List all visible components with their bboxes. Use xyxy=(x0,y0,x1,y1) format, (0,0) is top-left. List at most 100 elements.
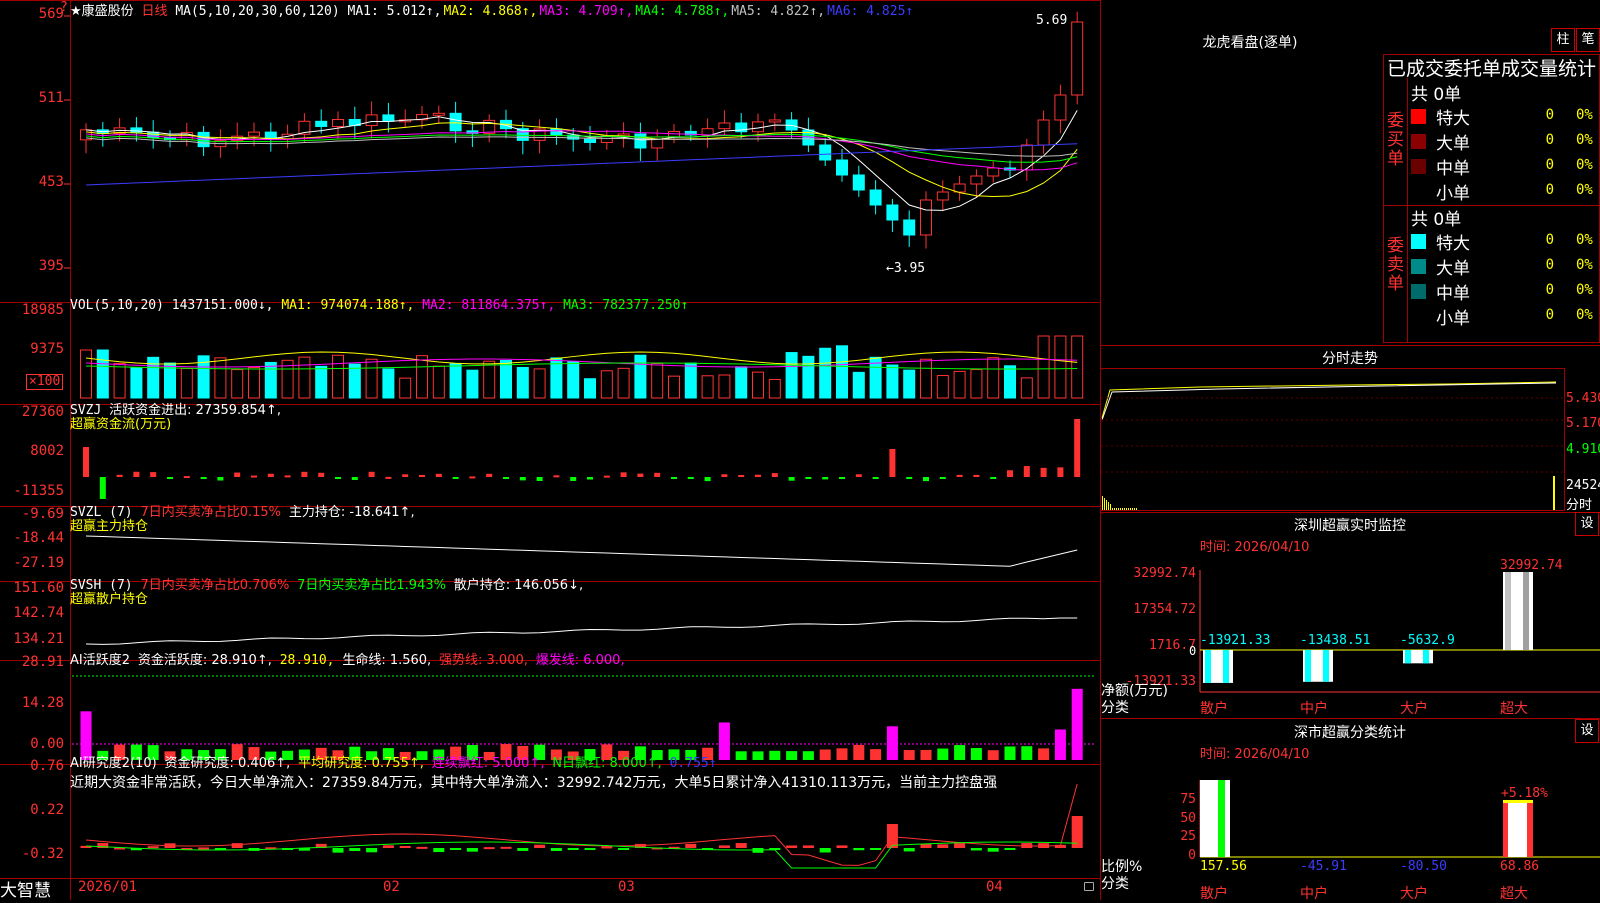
ai-act-text2: 28.910, xyxy=(279,653,335,668)
ma-value-2: MA2: 4.868↑, xyxy=(443,4,538,19)
ai-res-axis-label: -0.32 xyxy=(21,846,64,862)
volume-bar xyxy=(214,357,227,399)
ai-res-bar xyxy=(147,846,159,849)
svsh-pos: 散户持仓: 146.056↓, xyxy=(453,578,584,593)
volume-bar xyxy=(449,363,462,399)
intraday-vol-bar xyxy=(1126,508,1127,510)
ai-res-bar xyxy=(618,848,630,850)
sell-swatch xyxy=(1411,234,1426,249)
ai-res-bar xyxy=(970,848,982,851)
ai-act-axis-label: 28.91 xyxy=(21,654,64,670)
realtime-value-label: -13921.33 xyxy=(1200,633,1271,648)
ai-res-bar xyxy=(601,846,613,849)
brand-label: 大智慧 xyxy=(0,881,51,901)
classify-category-label: 大户 xyxy=(1400,886,1428,902)
sell-row-pct: 0% xyxy=(1576,232,1593,248)
realtime-zero-label: 0 xyxy=(1189,644,1197,658)
svzj-bar xyxy=(385,476,392,479)
low-price-label: ←3.95 xyxy=(886,261,926,276)
ai-res-axis-label: 0.22 xyxy=(30,802,64,818)
ai-res-bar xyxy=(332,848,344,853)
ai-res-bar xyxy=(786,845,798,848)
realtime-bar-shade xyxy=(1223,650,1229,683)
classify-title: 深市超赢分类统计 xyxy=(1294,725,1406,741)
intraday-price-line xyxy=(1101,382,1557,421)
buy-side-label: 委买单 xyxy=(1387,111,1404,169)
volume-bar xyxy=(113,362,126,399)
volume-bar xyxy=(298,356,311,399)
realtime-settings-button[interactable]: 设 xyxy=(1575,512,1599,536)
classify-bar-shade xyxy=(1503,803,1508,857)
svzj-bar xyxy=(570,477,577,481)
svzj-bar xyxy=(503,477,509,479)
intraday-vol-label: 24524 xyxy=(1566,478,1600,493)
ai-act-bar xyxy=(1071,688,1083,760)
classify-settings-button[interactable]: 设 xyxy=(1575,719,1599,743)
volume-bar xyxy=(500,359,512,399)
svzj-bar xyxy=(603,475,610,478)
svzj-bar xyxy=(738,475,745,478)
lock-icon[interactable] xyxy=(1084,882,1094,891)
candle-body xyxy=(432,112,445,116)
ma6-line xyxy=(85,143,1078,186)
ai-act-bar xyxy=(853,744,865,760)
candle-body xyxy=(248,131,260,137)
sell-row-value: 0 xyxy=(1545,257,1554,273)
ai-res-text4: N日飘红: 8.000↑, xyxy=(552,756,662,771)
ai-res-bar xyxy=(870,848,882,850)
classify-time: 时间: 2026/04/10 xyxy=(1200,747,1310,762)
svzj-bar xyxy=(167,477,173,479)
classify-bar-shade xyxy=(1527,803,1533,857)
svzj-bar xyxy=(133,471,140,477)
svzj-bar xyxy=(805,477,812,479)
candle-body xyxy=(819,144,832,161)
sell-row-pct: 0% xyxy=(1576,282,1593,298)
tick-view-button[interactable]: 笔 xyxy=(1576,28,1600,52)
ma-value-5: MA5: 4.822↑, xyxy=(731,4,826,19)
volume-bar xyxy=(1020,377,1033,399)
buy-row-value: 0 xyxy=(1545,132,1554,148)
ma-value-6: MA6: 4.825↑ xyxy=(827,4,914,19)
ai-res-bar xyxy=(466,848,478,852)
ai-res-bar xyxy=(483,847,495,850)
ai-act-bar xyxy=(786,751,798,760)
column-view-button[interactable]: 柱 xyxy=(1551,28,1575,52)
volume-bar xyxy=(920,358,932,399)
intraday-axis-label: 4.910 xyxy=(1566,442,1600,457)
volume-bar xyxy=(584,378,596,399)
sell-row-label: 大单 xyxy=(1436,259,1470,279)
intraday-vol-bar xyxy=(1124,508,1125,510)
ai-act-bar xyxy=(1021,746,1033,760)
ai-res-bar xyxy=(920,843,932,848)
svzj-bar xyxy=(469,476,476,479)
svzj-bar xyxy=(671,477,677,479)
ai-res-bar xyxy=(399,846,411,849)
period-label[interactable]: 日线 xyxy=(141,4,167,19)
ai-res-bar xyxy=(450,848,462,850)
svzj-bar xyxy=(637,473,644,477)
ai-act-bar xyxy=(1038,748,1050,760)
ai-res-bar xyxy=(903,848,915,852)
realtime-bar-shade xyxy=(1205,650,1211,683)
volume-bar xyxy=(332,354,344,399)
volume-bar xyxy=(130,367,143,399)
price-axis-label: 395 xyxy=(38,258,64,274)
volume-bar xyxy=(836,345,848,399)
volume-bar xyxy=(987,357,1000,399)
ai-res-bar xyxy=(366,848,378,853)
volume-bar xyxy=(315,365,328,399)
volume-bar xyxy=(382,368,395,399)
ai-act-bar xyxy=(769,750,781,760)
volume-bar xyxy=(752,371,764,399)
volume-bar xyxy=(819,347,832,399)
intraday-vol-bar xyxy=(1136,508,1137,510)
svsh-subtitle: 超赢散户持仓 xyxy=(70,592,149,607)
volume-bar xyxy=(231,369,244,399)
ma1-line xyxy=(85,110,1078,211)
realtime-bar-shade xyxy=(1405,650,1411,664)
ai-res-bar xyxy=(685,843,697,848)
buy-row-value: 0 xyxy=(1545,157,1554,173)
ai-res-bar xyxy=(534,844,546,848)
ai-res-bar xyxy=(231,843,243,848)
candle-body xyxy=(718,122,731,130)
